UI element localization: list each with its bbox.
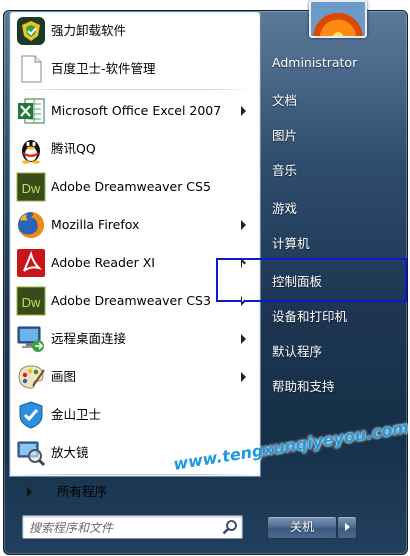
- submenu-arrow-icon[interactable]: [241, 106, 246, 116]
- divider: [16, 474, 254, 475]
- program-item-kingsoft-guard[interactable]: 金山卫士: [11, 397, 259, 433]
- kingsoft-shield-icon: [15, 399, 47, 431]
- program-item-uninstaller[interactable]: 强力卸载软件: [11, 13, 259, 49]
- program-label: Adobe Reader XI: [51, 255, 155, 270]
- search-input[interactable]: [27, 517, 221, 539]
- all-programs-arrow-icon: [27, 487, 32, 497]
- uninstaller-shield-icon: [15, 15, 47, 47]
- right-item-documents[interactable]: 文档: [272, 90, 297, 109]
- program-item-paint[interactable]: 画图: [11, 359, 259, 395]
- submenu-arrow-icon[interactable]: [241, 220, 246, 230]
- right-item-pictures[interactable]: 图片: [272, 125, 297, 144]
- shutdown-options-button[interactable]: [337, 516, 357, 539]
- program-item-baidu-software-manager[interactable]: 百度卫士-软件管理: [11, 51, 259, 87]
- right-item-music[interactable]: 音乐: [272, 160, 297, 179]
- submenu-arrow-icon[interactable]: [241, 334, 246, 344]
- program-item-remote-desktop[interactable]: 远程桌面连接: [11, 321, 259, 357]
- submenu-arrow-icon[interactable]: [242, 262, 246, 270]
- program-item-firefox[interactable]: Mozilla Firefox: [11, 207, 259, 243]
- search-icon[interactable]: [222, 519, 238, 535]
- program-label: 画图: [51, 369, 77, 384]
- program-label: Adobe Dreamweaver CS5: [51, 179, 211, 194]
- program-label: 百度卫士-软件管理: [51, 61, 156, 76]
- submenu-arrow-icon[interactable]: [242, 294, 246, 302]
- right-item-games[interactable]: 游戏: [272, 198, 297, 217]
- right-item-devices-printers[interactable]: 设备和打印机: [272, 306, 347, 325]
- dreamweaver-icon: Dw: [15, 171, 47, 203]
- program-item-excel-2007[interactable]: Microsoft Office Excel 2007: [11, 93, 259, 129]
- dreamweaver-icon: Dw: [15, 285, 47, 317]
- svg-text:Dw: Dw: [22, 295, 41, 310]
- program-label: 放大镜: [51, 445, 89, 460]
- program-label: Microsoft Office Excel 2007: [51, 103, 222, 118]
- submenu-arrow-icon[interactable]: [241, 372, 246, 382]
- right-item-computer[interactable]: 计算机: [272, 233, 310, 252]
- program-label: 强力卸载软件: [51, 23, 127, 38]
- divider: [16, 89, 254, 90]
- right-item-help-support[interactable]: 帮助和支持: [272, 376, 335, 395]
- magnifier-icon: [15, 437, 47, 469]
- program-list-panel: 强力卸载软件 百度卫士-软件管理 Microsoft Office Excel …: [9, 11, 261, 499]
- chevron-right-icon: [345, 523, 350, 531]
- user-avatar[interactable]: [309, 0, 367, 38]
- program-label: Adobe Dreamweaver CS3: [51, 293, 211, 308]
- document-icon: [15, 53, 47, 85]
- program-item-dreamweaver-cs5[interactable]: Dw Adobe Dreamweaver CS5: [11, 169, 259, 205]
- firefox-icon: [15, 209, 47, 241]
- all-programs-button[interactable]: 所有程序: [11, 478, 259, 506]
- user-name-link[interactable]: Administrator: [272, 55, 357, 70]
- program-label: Mozilla Firefox: [51, 217, 140, 232]
- program-label: 金山卫士: [51, 407, 102, 422]
- svg-text:Dw: Dw: [22, 181, 41, 196]
- right-item-default-programs[interactable]: 默认程序: [272, 341, 322, 360]
- program-item-tencent-qq[interactable]: 腾讯QQ: [11, 131, 259, 167]
- adobe-reader-icon: [15, 247, 47, 279]
- excel-icon: [15, 95, 47, 127]
- program-label: 腾讯QQ: [51, 141, 96, 156]
- shutdown-button[interactable]: 关机: [267, 516, 337, 539]
- program-label: 远程桌面连接: [51, 331, 127, 346]
- paint-palette-icon: [15, 361, 47, 393]
- remote-desktop-icon: [15, 323, 47, 355]
- search-box[interactable]: [22, 515, 243, 539]
- all-programs-label: 所有程序: [57, 484, 108, 499]
- qq-penguin-icon: [15, 133, 47, 165]
